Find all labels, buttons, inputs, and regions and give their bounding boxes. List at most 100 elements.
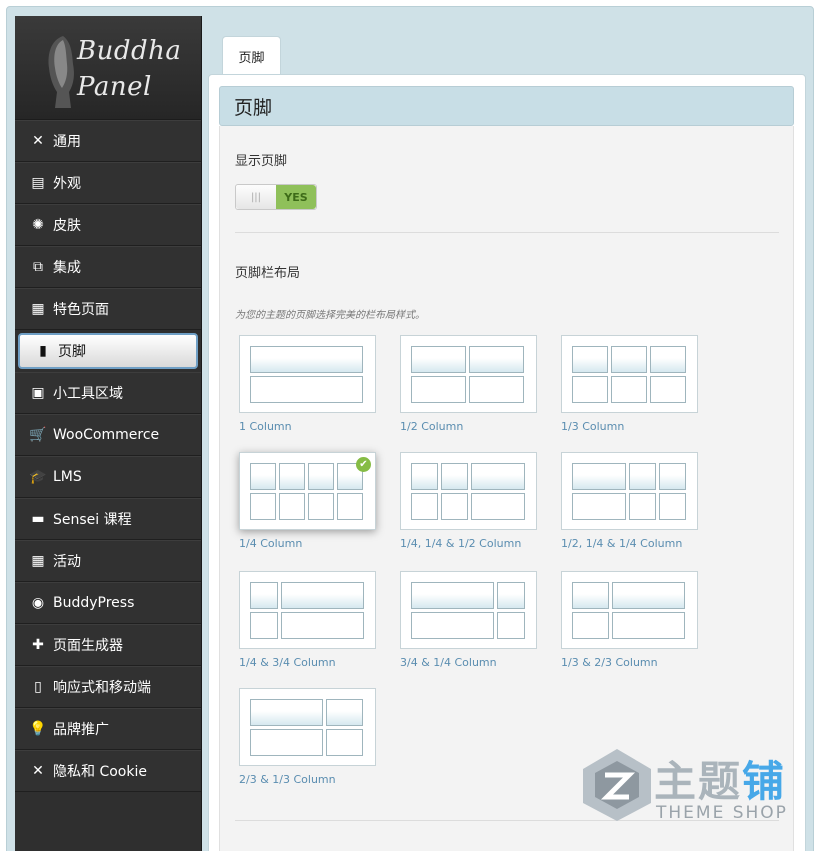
layout-cell bbox=[572, 612, 609, 639]
sidebar-item-label: BuddyPress bbox=[53, 595, 135, 611]
layout-cell bbox=[411, 463, 438, 490]
sidebar-item-label: LMS bbox=[53, 469, 82, 485]
sidebar-item-label: 通用 bbox=[53, 134, 81, 150]
layout-cell bbox=[308, 493, 334, 520]
sidebar-item[interactable]: ✕ 隐私和 Cookie bbox=[15, 750, 201, 792]
layout-option[interactable] bbox=[239, 688, 376, 766]
sidebar-item[interactable]: ▬ Sensei 课程 bbox=[15, 498, 201, 540]
layout-cell bbox=[411, 582, 494, 609]
layout-cell bbox=[441, 493, 468, 520]
layout-cell bbox=[411, 493, 438, 520]
show-footer-toggle[interactable]: ||| YES bbox=[235, 184, 317, 210]
sidebar-item-label: 页面生成器 bbox=[53, 638, 123, 654]
layout-cell bbox=[497, 582, 525, 609]
layout-cell bbox=[611, 376, 647, 403]
layout-option[interactable] bbox=[400, 335, 537, 413]
layout-option[interactable] bbox=[239, 335, 376, 413]
toggle-on-side[interactable]: YES bbox=[276, 185, 316, 209]
layout-cell bbox=[411, 376, 466, 403]
layout-cell bbox=[572, 493, 626, 520]
layout-option-caption: 2/3 & 1/3 Column bbox=[239, 773, 336, 786]
layout-option-caption: 1/3 & 2/3 Column bbox=[561, 656, 658, 669]
layout-cell bbox=[250, 493, 276, 520]
sidebar-item-label: Sensei 课程 bbox=[53, 512, 132, 528]
wrench-icon: ✕ bbox=[32, 133, 44, 149]
window-icon: ⧉ bbox=[33, 259, 43, 275]
calendar-icon: ▦ bbox=[31, 553, 45, 569]
watermark-title-blue: 铺 bbox=[742, 757, 787, 806]
layout-cell bbox=[326, 699, 363, 726]
sidebar-item[interactable]: ▦ 活动 bbox=[15, 540, 201, 582]
sidebar-item[interactable]: ✕ 通用 bbox=[15, 120, 201, 162]
layout-cell bbox=[337, 493, 363, 520]
sidebar-item-label: 小工具区域 bbox=[53, 386, 123, 402]
page-add-icon: ✚ bbox=[32, 637, 44, 653]
layout-cell bbox=[612, 612, 685, 639]
layout-cell bbox=[469, 346, 524, 373]
layout-option-caption: 1/3 Column bbox=[561, 420, 625, 433]
bulb-icon: 💡 bbox=[29, 721, 47, 737]
phone-icon: ▮ bbox=[39, 343, 47, 359]
sidebar-item[interactable]: 🛒 WooCommerce bbox=[15, 414, 201, 456]
sidebar-item[interactable]: ▤ 外观 bbox=[15, 162, 201, 204]
footer-layout-description: 为您的主题的页脚选择完美的栏布局样式。 bbox=[235, 310, 425, 321]
sidebar-nav: ✕ 通用 ▤ 外观 ✺ 皮肤 ⧉ 集成 ▦ 特色页面 ▮ 页脚 ▣ 小工具区域 🛒 WooCommerce 🎓 L… bbox=[15, 120, 201, 792]
sidebar-item-label: 品牌推广 bbox=[53, 722, 109, 738]
layout-option-caption: 3/4 & 1/4 Column bbox=[400, 656, 497, 669]
tablet-icon: ▯ bbox=[34, 679, 42, 695]
layout-cell bbox=[650, 376, 686, 403]
buddha-face-icon bbox=[48, 36, 74, 108]
sidebar: Buddha Panel ✕ 通用 ▤ 外观 ✺ 皮肤 ⧉ 集成 ▦ 特色页面 ▮ 页脚 ▣ 小工具区域 🛒… bbox=[15, 16, 202, 851]
layout-cell bbox=[659, 463, 686, 490]
logo: Buddha Panel bbox=[15, 16, 201, 120]
layout-cell bbox=[497, 612, 525, 639]
layout-cell bbox=[250, 463, 276, 490]
watermark-title-gray: 主题 bbox=[654, 757, 743, 806]
layout-cell bbox=[281, 582, 364, 609]
layout-option-caption: 1 Column bbox=[239, 420, 292, 433]
layout-cell bbox=[279, 493, 305, 520]
sidebar-item[interactable]: 🎓 LMS bbox=[15, 456, 201, 498]
layout-option[interactable] bbox=[561, 571, 698, 649]
sidebar-item-label: 活动 bbox=[53, 554, 81, 570]
layout-cell bbox=[572, 376, 608, 403]
tab-footer[interactable]: 页脚 bbox=[222, 36, 281, 75]
layout-option[interactable] bbox=[400, 452, 537, 530]
logo-title-line1: Buddha bbox=[77, 36, 182, 66]
layout-cell bbox=[441, 463, 468, 490]
toggle-off-side[interactable]: ||| bbox=[236, 185, 276, 209]
layout-icon: ▤ bbox=[31, 175, 45, 191]
layout-cell bbox=[411, 612, 494, 639]
sidebar-item[interactable]: ✺ 皮肤 bbox=[15, 204, 201, 246]
layout-option-caption: 1/4 Column bbox=[239, 537, 303, 550]
sidebar-item[interactable]: ▣ 小工具区域 bbox=[15, 372, 201, 414]
layout-option[interactable] bbox=[239, 571, 376, 649]
sidebar-item[interactable]: ✚ 页面生成器 bbox=[15, 624, 201, 666]
layout-option[interactable] bbox=[561, 335, 698, 413]
sidebar-item-label: WooCommerce bbox=[53, 427, 160, 443]
user-circle-icon: ◉ bbox=[31, 595, 45, 611]
sidebar-item[interactable]: ◉ BuddyPress bbox=[15, 582, 201, 624]
sidebar-item[interactable]: ⧉ 集成 bbox=[15, 246, 201, 288]
layout-cell bbox=[250, 376, 363, 403]
sidebar-item-label: 响应式和移动端 bbox=[53, 680, 151, 696]
layout-cell bbox=[250, 582, 278, 609]
watermark-title: 主题铺 bbox=[654, 748, 786, 809]
layout-cell bbox=[469, 376, 524, 403]
sidebar-item[interactable]: ▮ 页脚 bbox=[18, 333, 198, 369]
selected-check-icon: ✔ bbox=[356, 457, 371, 472]
layout-cell bbox=[650, 346, 686, 373]
layout-option[interactable]: ✔ bbox=[239, 452, 376, 530]
layout-cell bbox=[629, 493, 656, 520]
layout-option-caption: 1/4 & 3/4 Column bbox=[239, 656, 336, 669]
layout-option[interactable] bbox=[400, 571, 537, 649]
sidebar-item[interactable]: ▯ 响应式和移动端 bbox=[15, 666, 201, 708]
layout-cell bbox=[611, 346, 647, 373]
sidebar-item[interactable]: ▦ 特色页面 bbox=[15, 288, 201, 330]
graduation-cap-icon: 🎓 bbox=[29, 469, 47, 485]
layout-cell bbox=[572, 582, 609, 609]
sidebar-item-label: 页脚 bbox=[58, 344, 86, 360]
sidebar-item[interactable]: 💡 品牌推广 bbox=[15, 708, 201, 750]
sidebar-item-label: 外观 bbox=[53, 176, 81, 192]
layout-option[interactable] bbox=[561, 452, 698, 530]
